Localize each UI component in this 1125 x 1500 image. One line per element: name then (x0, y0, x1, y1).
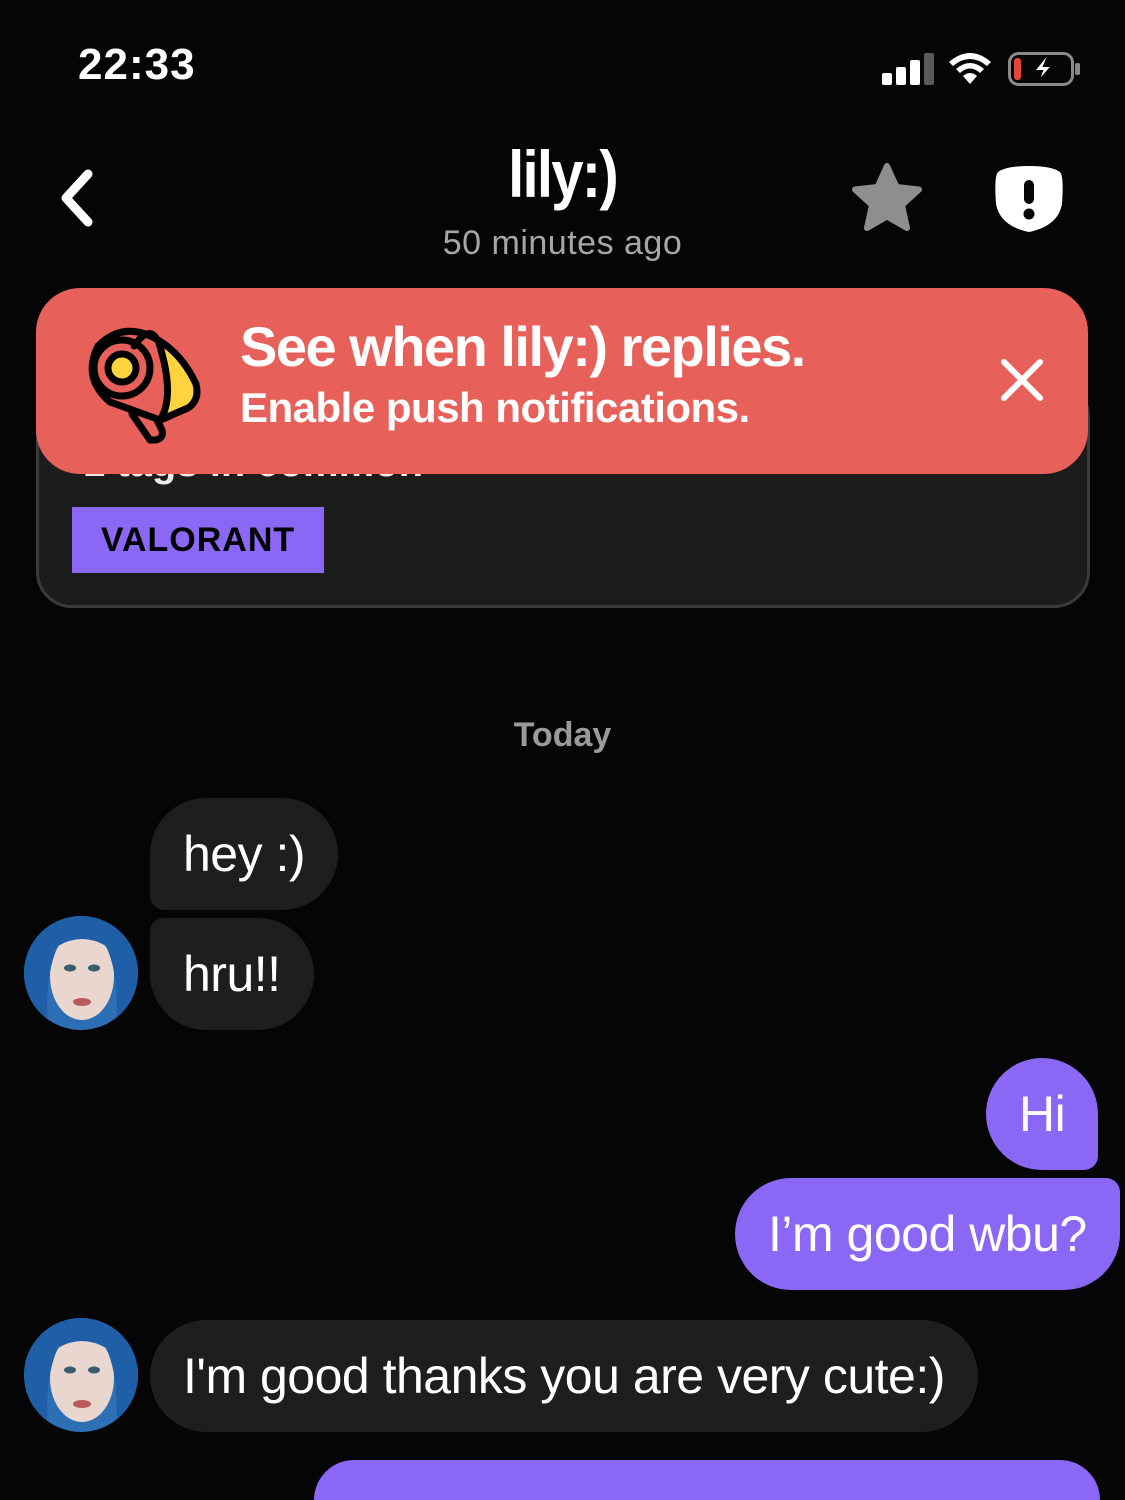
banner-title: See when lily:) replies. (240, 315, 806, 378)
date-separator: Today (513, 716, 612, 754)
battery-charging-icon (1008, 52, 1080, 86)
avatar[interactable] (24, 916, 138, 1030)
incoming-message[interactable]: I'm good thanks you are very cute:) (150, 1320, 978, 1432)
close-icon[interactable] (998, 356, 1046, 404)
outgoing-message[interactable]: I’m good wbu? (735, 1178, 1120, 1290)
star-icon[interactable] (848, 160, 926, 238)
incoming-message[interactable]: hru!! (150, 918, 314, 1030)
wifi-icon (949, 53, 991, 84)
last-seen-label: 50 minutes ago (442, 224, 683, 262)
outgoing-message-partial[interactable] (314, 1460, 1100, 1500)
outgoing-message[interactable]: Hi (986, 1058, 1099, 1170)
megaphone-icon (88, 327, 201, 444)
report-shield-icon[interactable] (994, 164, 1064, 234)
push-notification-banner[interactable]: See when lily:) replies. Enable push not… (36, 288, 1088, 474)
avatar[interactable] (24, 1318, 138, 1432)
status-time: 22:33 (78, 40, 196, 89)
tag-chip[interactable]: VALORANT (72, 507, 324, 573)
incoming-message[interactable]: hey :) (150, 798, 339, 910)
signal-icon (882, 53, 934, 85)
banner-subtitle: Enable push notifications. (240, 384, 750, 431)
